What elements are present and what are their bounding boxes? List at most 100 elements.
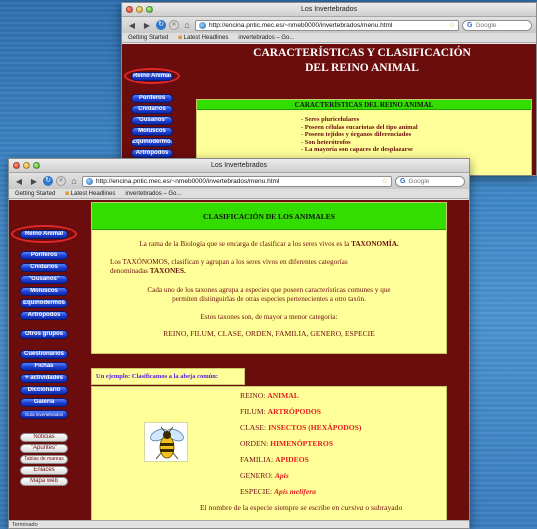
taxonomy-row: CLASE: INSECTOS (HEXÁPODOS): [240, 423, 362, 432]
nav-gusanos[interactable]: "Gusanos": [131, 116, 173, 125]
list-item: - Poseen células eucariotas del tipo ani…: [301, 123, 418, 131]
bee-image: [144, 422, 188, 462]
google-icon: G: [467, 21, 473, 29]
nav-galeria[interactable]: Galería: [20, 398, 68, 407]
url-field[interactable]: http://encina.pntic.mec.es/~nmeb0000/inv…: [82, 175, 392, 187]
bookmark-link[interactable]: Getting Started: [15, 189, 55, 198]
back-arrow-icon[interactable]: ◀: [126, 20, 138, 31]
url-field[interactable]: http://encina.pntic.mec.es/~nmeb0000/inv…: [195, 19, 459, 31]
paragraph-categories: REINO, FILUM, CLASE, ORDEN, FAMILIA, GEN…: [163, 329, 375, 338]
bookmark-star-icon[interactable]: ☆: [449, 21, 455, 30]
front-navigation-toolbar: ◀ ▶ ↻ ✕ ⌂ http://encina.pntic.mec.es/~nm…: [9, 173, 469, 189]
paragraph-categories-intro: Estos taxones son, de mayor a menor cate…: [200, 313, 338, 321]
bookmarks-bar: Getting Started ◙ Latest Headlines inver…: [9, 189, 469, 199]
status-bar: Terminado: [9, 520, 469, 528]
list-item: - La mayoría son capaces de desplazarse: [301, 146, 413, 154]
bee-icon: [150, 426, 184, 460]
close-window-button[interactable]: [13, 162, 20, 169]
nav-actividades[interactable]: + actividades: [20, 374, 68, 383]
rss-feed-icon: ◙: [65, 191, 69, 197]
forward-arrow-icon[interactable]: ▶: [28, 176, 40, 187]
bookmark-link[interactable]: Getting Started: [128, 33, 168, 42]
nav-equinodermos[interactable]: Equinodermos: [20, 299, 68, 308]
list-item: - Poseen tejidos y órganos diferenciados: [301, 131, 412, 139]
link-noticias[interactable]: Noticias: [20, 433, 68, 442]
stop-icon[interactable]: ✕: [169, 20, 179, 30]
paragraph-taxonomy: La rama de la Biología que se encarga de…: [139, 240, 399, 248]
search-input[interactable]: G Google: [462, 19, 532, 31]
taxonomy-row: REINO: ANIMAL: [240, 391, 299, 400]
bookmark-link[interactable]: ◙ Latest Headlines: [65, 189, 115, 198]
bookmark-link[interactable]: invertebrados – Go...: [125, 189, 181, 198]
nav-diccionario[interactable]: Diccionario: [20, 386, 68, 395]
paragraph-taxonomos: Los TAXÓNOMOS, clasifican y agrupan a lo…: [110, 258, 348, 275]
search-input[interactable]: G Google: [395, 175, 465, 187]
nav-artropodos[interactable]: Artrópodos: [131, 149, 173, 158]
nav-guia-invertebrados[interactable]: Guía invertebrados: [20, 410, 68, 419]
front-browser-window[interactable]: Los Invertebrados ◀ ▶ ↻ ✕ ⌂ http://encin…: [8, 158, 470, 529]
globe-icon: [199, 21, 206, 29]
panel-title: CARACTERÍSTICAS DEL REINO ANIMAL: [197, 100, 531, 110]
link-apuntes[interactable]: "Apuntes": [20, 444, 68, 453]
taxonomy-row: FAMILIA: APIDEOS: [240, 455, 309, 464]
characteristics-list: - Seres pluricelulares - Poseen células …: [301, 116, 418, 154]
nav-otros-grupos[interactable]: Otros grupos: [20, 330, 68, 339]
stop-icon[interactable]: ✕: [56, 176, 66, 186]
list-item: - Seres pluricelulares: [301, 116, 360, 123]
nav-moluscos[interactable]: Moluscos: [131, 127, 173, 136]
nav-cuestionarios[interactable]: Cuestionarios: [20, 350, 68, 359]
example-label-box: Un ejemplo: Clasificamos a la abeja comú…: [91, 368, 245, 385]
back-arrow-icon[interactable]: ◀: [13, 176, 25, 187]
link-tablas-mareas[interactable]: Tablas de mareas: [20, 455, 68, 464]
nav-equinodermos[interactable]: Equinodermos: [131, 138, 173, 147]
page-title: CARACTERÍSTICAS Y CLASIFICACIÓN DEL REIN…: [253, 47, 471, 74]
zoom-window-button[interactable]: [33, 162, 40, 169]
rss-feed-icon: ◙: [178, 35, 182, 41]
minimize-window-button[interactable]: [23, 162, 30, 169]
minimize-window-button[interactable]: [136, 6, 143, 13]
bookmark-star-icon[interactable]: ☆: [382, 177, 388, 186]
reload-icon[interactable]: ↻: [156, 20, 166, 30]
nav-poriferos[interactable]: Poríferos: [131, 94, 173, 103]
taxonomy-row: FILUM: ARTRÓPODOS: [240, 407, 321, 416]
taxonomy-row: ESPECIE: Apis melífera: [240, 487, 316, 496]
panel-title: CLASIFICACIÓN DE LOS ANIMALES: [92, 203, 446, 230]
nav-moluscos[interactable]: Moluscos: [20, 287, 68, 296]
taxonomy-row: ORDEN: HIMENÓPTEROS: [240, 439, 334, 448]
globe-icon: [86, 177, 93, 185]
reload-icon[interactable]: ↻: [43, 176, 53, 186]
back-browser-window[interactable]: Los Invertebrados ◀ ▶ ↻ ✕ ⌂ http://encin…: [121, 2, 537, 176]
window-title: Los Invertebrados: [210, 162, 268, 169]
species-footnote: El nombre de la especie siempre se escri…: [200, 503, 403, 512]
back-navigation-toolbar: ◀ ▶ ↻ ✕ ⌂ http://encina.pntic.mec.es/~nm…: [122, 17, 536, 33]
classification-panel: CLASIFICACIÓN DE LOS ANIMALES La rama de…: [91, 202, 447, 354]
home-icon[interactable]: ⌂: [69, 176, 79, 186]
bookmarks-bar: Getting Started ◙ Latest Headlines inver…: [122, 33, 536, 43]
google-icon: G: [400, 177, 406, 185]
back-page-content: CARACTERÍSTICAS Y CLASIFICACIÓN DEL REIN…: [122, 44, 536, 175]
link-mapa-web[interactable]: Mapa web: [20, 477, 68, 486]
bookmark-link[interactable]: ◙ Latest Headlines: [178, 33, 228, 42]
nav-artropodos[interactable]: Artrópodos: [20, 311, 68, 320]
nav-gusanos[interactable]: "Gusanos": [20, 275, 68, 284]
window-title: Los Invertebrados: [300, 6, 358, 13]
nav-cnidarios[interactable]: Cnidarios: [131, 105, 173, 114]
back-title-bar[interactable]: Los Invertebrados: [122, 3, 536, 17]
nav-cnidarios[interactable]: Cnidarios: [20, 263, 68, 272]
example-label: Un ejemplo: Clasificamos a la abeja comú…: [96, 373, 219, 380]
bookmark-link[interactable]: invertebrados – Go...: [238, 33, 294, 42]
paragraph-taxones: Cada uno de los taxones agrupa a especie…: [147, 286, 391, 303]
list-item: - Son heterótrofos: [301, 138, 351, 146]
taxonomy-row: GENERO: Apis: [240, 471, 289, 480]
nav-reino-animal[interactable]: Reino Animal: [131, 72, 173, 81]
nav-poriferos[interactable]: Poríferos: [20, 251, 68, 260]
close-window-button[interactable]: [126, 6, 133, 13]
zoom-window-button[interactable]: [146, 6, 153, 13]
nav-reino-animal[interactable]: Reino Animal: [20, 230, 68, 239]
link-enlaces[interactable]: Enlaces: [20, 466, 68, 475]
forward-arrow-icon[interactable]: ▶: [141, 20, 153, 31]
front-title-bar[interactable]: Los Invertebrados: [9, 159, 469, 173]
home-icon[interactable]: ⌂: [182, 20, 192, 30]
nav-fichas[interactable]: Fichas: [20, 362, 68, 371]
example-panel: REINO: ANIMAL FILUM: ARTRÓPODOS CLASE: I…: [91, 386, 447, 521]
